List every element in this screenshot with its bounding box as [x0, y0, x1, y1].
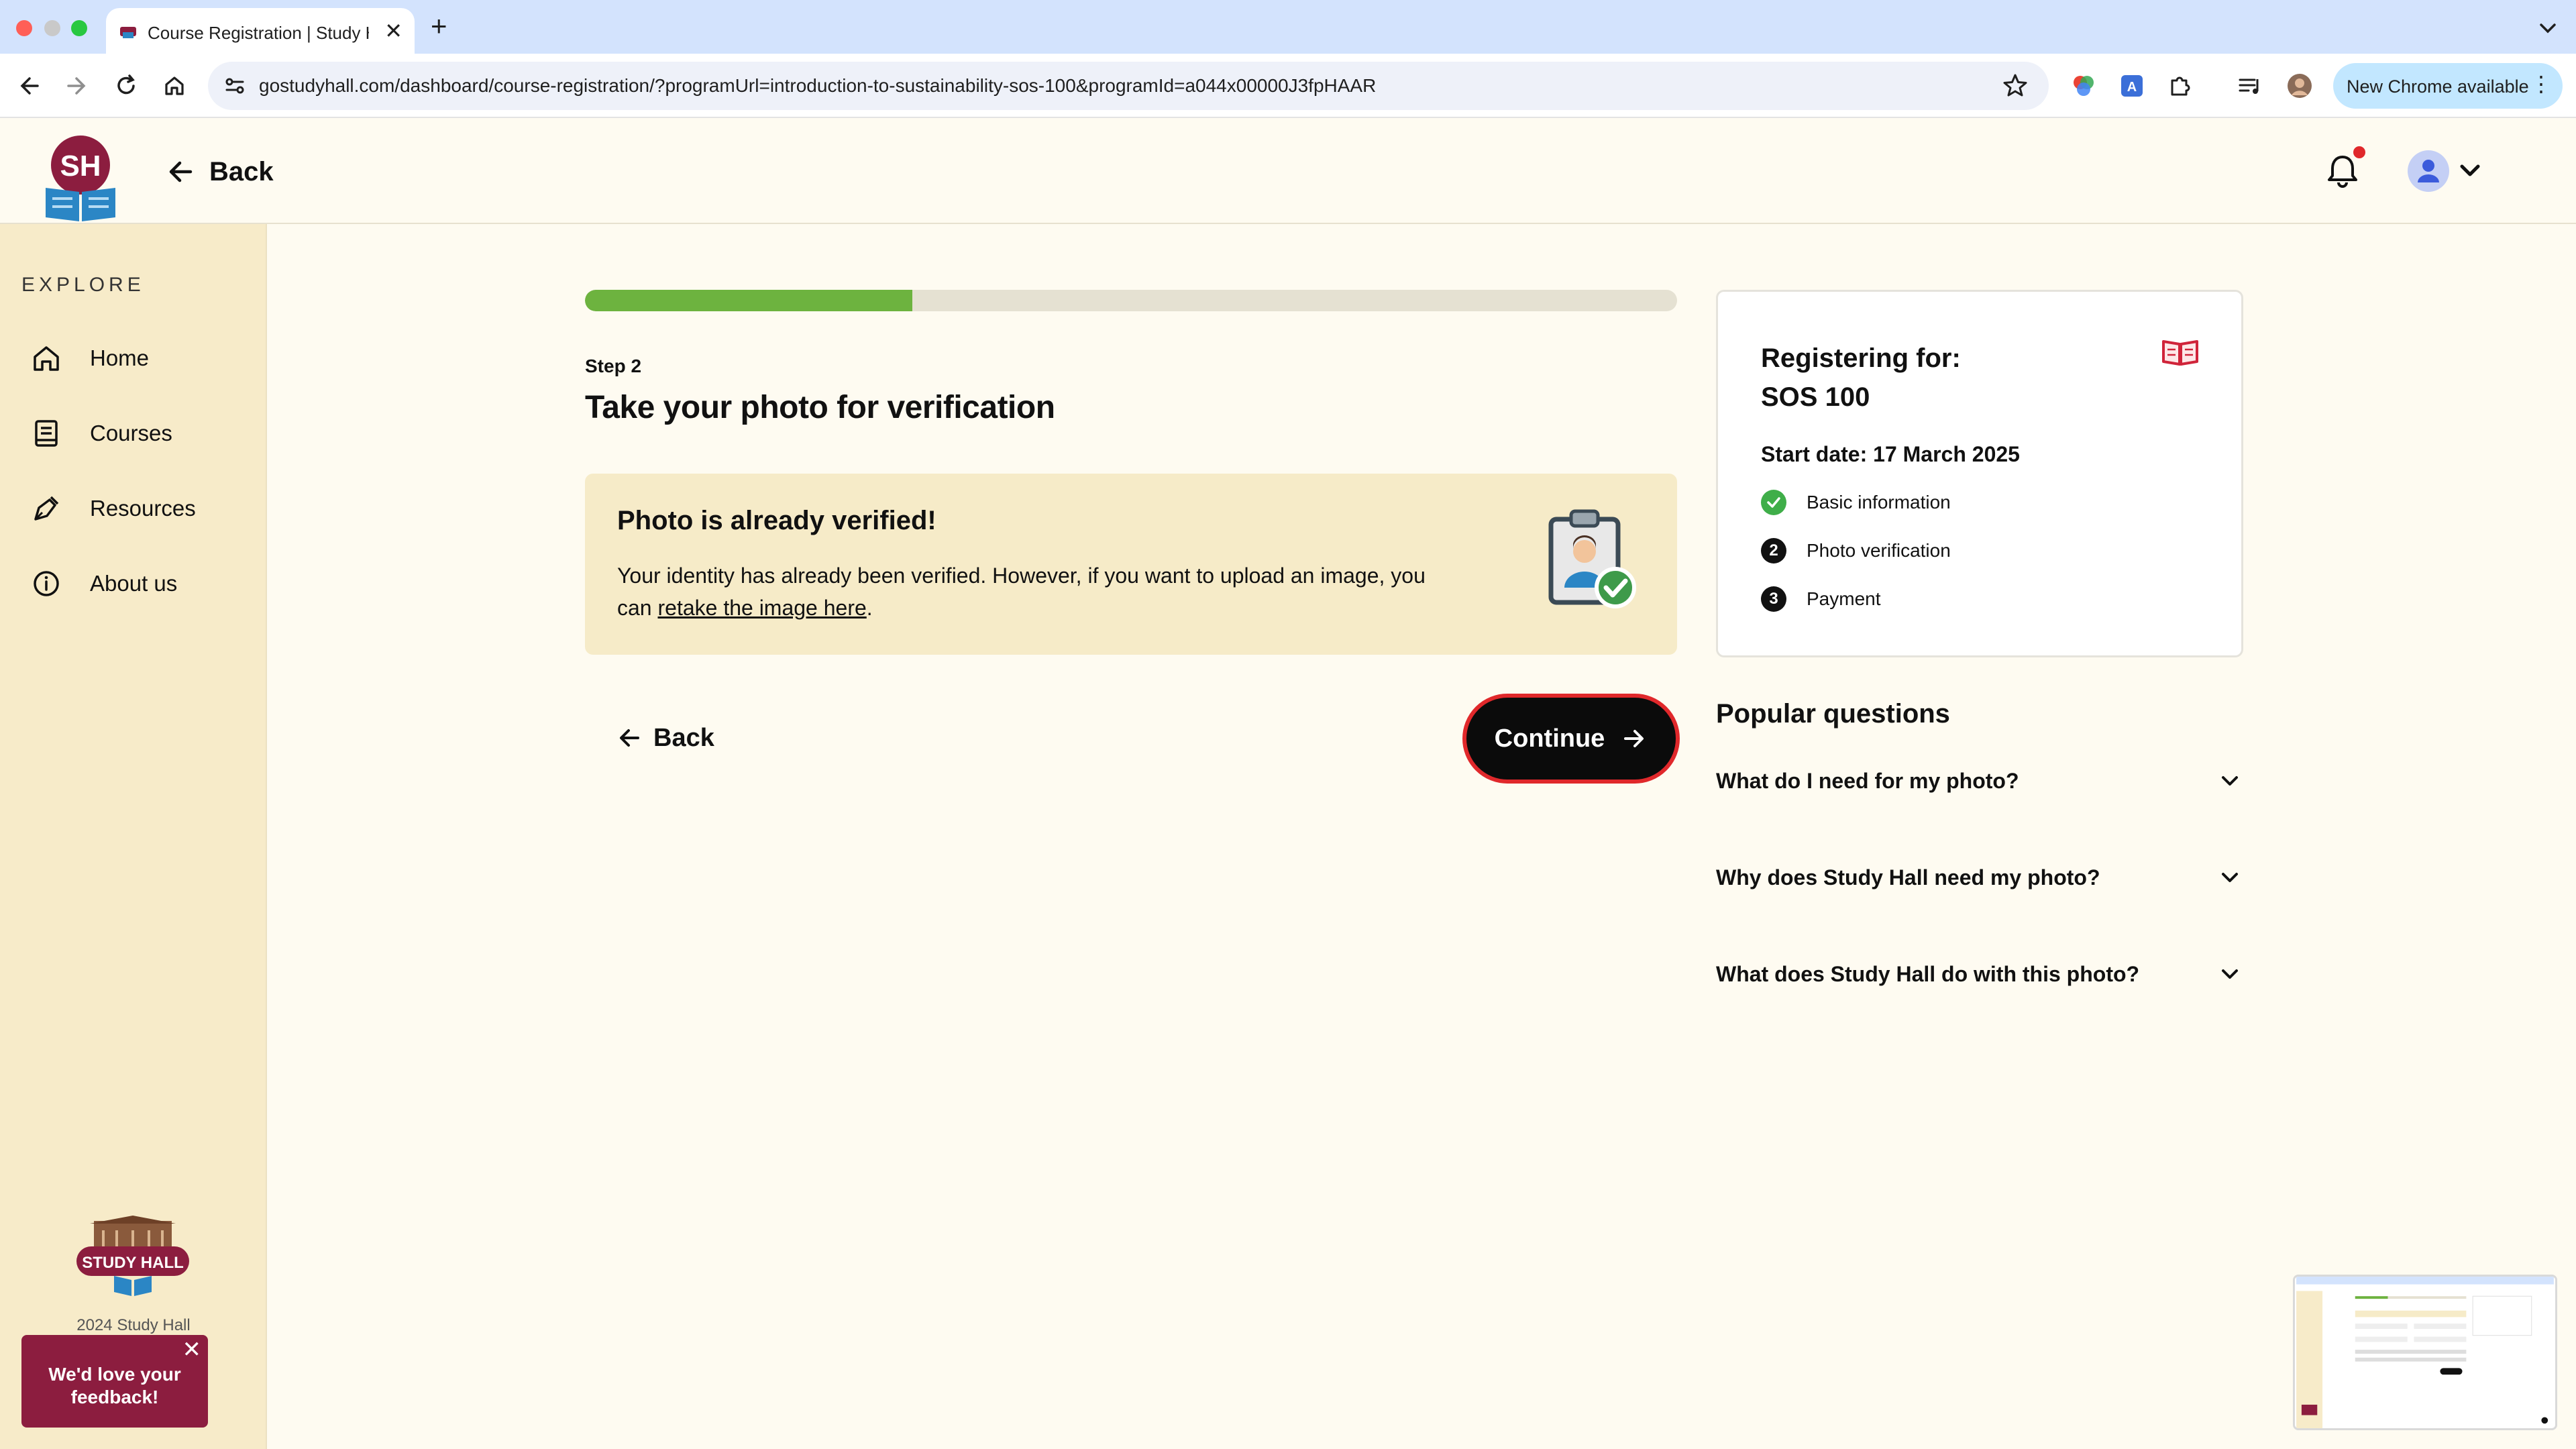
browser-forward-icon[interactable]	[60, 70, 93, 102]
progress-fill	[585, 290, 913, 311]
faq-question: What do I need for my photo?	[1716, 768, 2019, 793]
tab-search-chevron-icon[interactable]	[2534, 15, 2561, 42]
tab-close-icon[interactable]: ✕	[384, 19, 402, 43]
faq-question: What does Study Hall do with this photo?	[1716, 961, 2140, 986]
window-maximize-button[interactable]	[71, 20, 87, 36]
extensions-puzzle-icon[interactable]	[2164, 70, 2196, 102]
sidebar-item-label: About us	[90, 571, 178, 596]
window-minimize-button[interactable]	[44, 20, 60, 36]
verified-title: Photo is already verified!	[617, 506, 936, 535]
feedback-text: We'd love your feedback!	[48, 1364, 181, 1407]
profile-avatar-icon[interactable]	[2284, 70, 2316, 102]
step-label: Step 2	[585, 356, 642, 376]
sidebar-logo-text: STUDY HALL	[82, 1254, 184, 1272]
chevron-down-icon	[2222, 969, 2238, 979]
registration-title: Registering for: SOS 100	[1761, 339, 1961, 417]
registration-step-photo-verification: 2 Photo verification	[1761, 537, 1951, 564]
chrome-menu-icon[interactable]: ⋮	[2530, 71, 2552, 97]
arrow-right-icon	[1624, 730, 1644, 747]
tab-title: Course Registration | Study Hall	[148, 23, 369, 43]
faq-item[interactable]: What do I need for my photo?	[1716, 762, 2243, 800]
feedback-prompt[interactable]: ✕ We'd love your feedback!	[21, 1335, 208, 1428]
site-info-icon[interactable]	[221, 72, 248, 99]
translate-extension-icon[interactable]: A	[2116, 70, 2148, 102]
info-icon	[34, 571, 59, 596]
study-hall-building-logo: STUDY HALL	[76, 1216, 189, 1296]
notification-badge	[2353, 146, 2365, 158]
check-circle-icon	[1761, 490, 1786, 515]
step-label: Payment	[1807, 588, 1881, 609]
header-back-button[interactable]: Back	[165, 153, 274, 191]
faq-item[interactable]: What does Study Hall do with this photo?	[1716, 955, 2243, 993]
url-text[interactable]: gostudyhall.com/dashboard/course-registr…	[259, 75, 1376, 97]
app-header: SH Back	[0, 118, 2576, 224]
logo-text: SH	[60, 150, 101, 182]
registration-progress-bar	[585, 290, 1677, 311]
media-queue-icon[interactable]	[2234, 70, 2266, 102]
verified-id-clipboard-icon	[1548, 509, 1636, 608]
sidebar-item-resources[interactable]: Resources	[30, 488, 196, 529]
popular-questions-heading: Popular questions	[1716, 699, 1950, 729]
step-label: Photo verification	[1807, 540, 1951, 561]
sidebar-item-label: Resources	[90, 496, 196, 521]
user-menu-button[interactable]	[2407, 148, 2487, 195]
photo-verified-card: Photo is already verified! Your identity…	[585, 474, 1677, 655]
browser-back-icon[interactable]	[13, 70, 46, 102]
arrow-left-icon	[169, 161, 193, 182]
screenshot-thumbnail[interactable]	[2293, 1275, 2557, 1430]
close-icon[interactable]: ✕	[182, 1336, 202, 1363]
faq-question: Why does Study Hall need my photo?	[1716, 865, 2100, 890]
reload-icon[interactable]	[110, 70, 142, 102]
window-close-button[interactable]	[16, 20, 32, 36]
sidebar-section-label: EXPLORE	[21, 274, 145, 296]
resources-icon	[34, 496, 59, 521]
registering-for-label: Registering for:	[1761, 343, 1961, 373]
verified-message-end: .	[866, 596, 873, 620]
registration-step-payment: 3 Payment	[1761, 586, 1881, 612]
new-chrome-available-button[interactable]: New Chrome available ⋮	[2333, 63, 2563, 109]
sidebar-item-home[interactable]: Home	[30, 338, 149, 378]
chevron-down-icon	[2222, 776, 2238, 786]
sidebar-item-courses[interactable]: Courses	[30, 413, 172, 453]
step-number-badge: 2	[1761, 538, 1786, 564]
faq-item[interactable]: Why does Study Hall need my photo?	[1716, 859, 2243, 896]
step-label: Basic information	[1807, 492, 1951, 513]
step-number-badge: 3	[1761, 586, 1786, 612]
sidebar-item-about-us[interactable]: About us	[30, 564, 177, 604]
new-tab-icon[interactable]: +	[431, 9, 447, 43]
registration-step-basic-information: Basic information	[1761, 489, 1951, 516]
study-hall-logo[interactable]: SH	[43, 134, 118, 221]
verified-message: Your identity has already been verified.…	[617, 559, 1456, 624]
study-hall-favicon-icon	[120, 27, 136, 38]
sidebar-item-label: Home	[90, 345, 150, 370]
color-extension-icon[interactable]	[2068, 70, 2100, 102]
courses-icon	[35, 420, 58, 447]
page-title: Take your photo for verification	[585, 390, 1055, 425]
open-book-icon	[2162, 340, 2198, 366]
arrow-left-icon	[620, 729, 639, 747]
continue-button[interactable]: Continue	[1462, 694, 1680, 784]
chevron-down-icon	[2222, 873, 2238, 882]
browser-tab-bar: Course Registration | Study Hall ✕ +	[0, 0, 2576, 54]
sidebar: EXPLORE Home Courses Resources About us …	[0, 224, 267, 1449]
registration-summary-card: Registering for: SOS 100 Start date: 17 …	[1716, 290, 2243, 657]
course-code: SOS 100	[1761, 382, 1870, 412]
address-bar[interactable]: gostudyhall.com/dashboard/course-registr…	[208, 62, 2049, 110]
start-date: Start date: 17 March 2025	[1761, 442, 2020, 466]
browser-toolbar: gostudyhall.com/dashboard/course-registr…	[0, 54, 2576, 118]
home-button-icon[interactable]	[158, 70, 191, 102]
copyright-text: 2024 Study Hall	[76, 1316, 191, 1334]
bookmark-star-icon[interactable]	[2000, 71, 2030, 101]
back-button[interactable]: Back	[616, 719, 714, 757]
browser-tab[interactable]: Course Registration | Study Hall ✕	[106, 8, 415, 54]
sidebar-item-label: Courses	[90, 421, 172, 445]
retake-image-link[interactable]: retake the image here	[657, 596, 866, 620]
home-icon	[34, 346, 59, 371]
svg-text:A: A	[2127, 80, 2137, 95]
